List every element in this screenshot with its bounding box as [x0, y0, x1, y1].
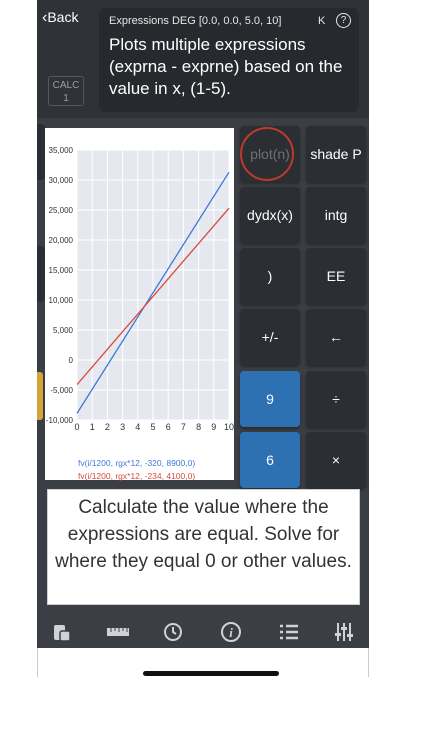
x-tick-label: 3 [120, 422, 125, 432]
key-stub-gold [37, 372, 43, 420]
key-stub [37, 124, 45, 180]
y-tick-label: 5,000 [53, 326, 74, 335]
info-panel: Expressions DEG [0.0, 0.0, 5.0, 10] K ? … [99, 8, 359, 112]
calc-number: 1 [63, 93, 69, 104]
y-tick-label: -10,000 [46, 416, 74, 425]
info-title: Expressions DEG [0.0, 0.0, 5.0, 10] [109, 15, 282, 27]
digit-9-key[interactable]: 9 [240, 371, 300, 427]
dydx-key[interactable]: dydx(x) [240, 187, 300, 243]
y-tick-label: 25,000 [49, 206, 74, 215]
calculator-icon[interactable] [50, 620, 74, 644]
plus-minus-key[interactable]: +/- [240, 309, 300, 365]
back-button[interactable]: ‹Back [42, 9, 78, 27]
info-description: Plots multiple expressions (exprna - exp… [109, 35, 343, 98]
intg-key[interactable]: intg [306, 187, 366, 243]
ee-key[interactable]: EE [306, 248, 366, 304]
info-icon[interactable]: i [219, 620, 243, 644]
y-tick-label: 20,000 [49, 236, 74, 245]
calc-label: CALC [52, 80, 80, 91]
multiply-key[interactable]: × [306, 432, 366, 488]
y-tick-label: 15,000 [49, 266, 74, 275]
highlight-ring [240, 127, 294, 181]
backspace-key[interactable]: ← [306, 309, 366, 365]
legend-series-2: fv(i/1200, rgx*12, -234, 4100,0) [78, 471, 196, 481]
x-tick-label: 2 [105, 422, 110, 432]
x-tick-label: 9 [211, 422, 216, 432]
y-tick-label: 10,000 [49, 296, 74, 305]
x-tick-label: 5 [150, 422, 155, 432]
x-tick-label: 6 [166, 422, 171, 432]
x-tick-label: 1 [90, 422, 95, 432]
settings-sliders-icon[interactable] [332, 620, 356, 644]
graph-panel: 35,000 30,000 25,000 20,000 15,000 10,000 5,00… [45, 128, 234, 481]
list-icon[interactable] [277, 620, 301, 644]
y-tick-label: 0 [69, 356, 74, 365]
close-paren-key[interactable]: ) [240, 248, 300, 304]
history-icon[interactable] [161, 620, 185, 644]
help-icon[interactable]: ? [336, 13, 351, 28]
x-tick-label: 8 [196, 422, 201, 432]
calc-selector-button[interactable]: CALC 1 [48, 76, 84, 106]
home-indicator[interactable] [143, 671, 279, 676]
x-tick-label: 10 [224, 422, 234, 432]
chart: 35,000 30,000 25,000 20,000 15,000 10,000 5,00… [46, 146, 234, 432]
y-tick-label: 30,000 [49, 176, 74, 185]
digit-6-key[interactable]: 6 [240, 432, 300, 488]
svg-text:i: i [229, 625, 233, 640]
back-label: Back [47, 9, 79, 25]
ruler-icon[interactable] [106, 620, 130, 644]
key-stub [37, 246, 45, 302]
x-tick-label: 0 [74, 422, 79, 432]
y-tick-label: 35,000 [49, 146, 74, 155]
x-tick-label: 7 [181, 422, 186, 432]
shade-key[interactable]: shade P [306, 126, 366, 182]
header: ‹Back CALC 1 Expressions DEG [0.0, 0.0, … [37, 0, 369, 118]
mode-k-label: K [318, 15, 326, 27]
y-tick-label: -5,000 [50, 386, 73, 395]
tip-box: Calculate the value where the expression… [47, 489, 360, 605]
legend-series-1: fv(i/1200, rgx*12, -320, 8900,0) [78, 458, 196, 468]
tip-text: Calculate the value where the expression… [55, 497, 352, 572]
x-tick-label: 4 [135, 422, 140, 432]
divide-key[interactable]: ÷ [306, 371, 366, 427]
